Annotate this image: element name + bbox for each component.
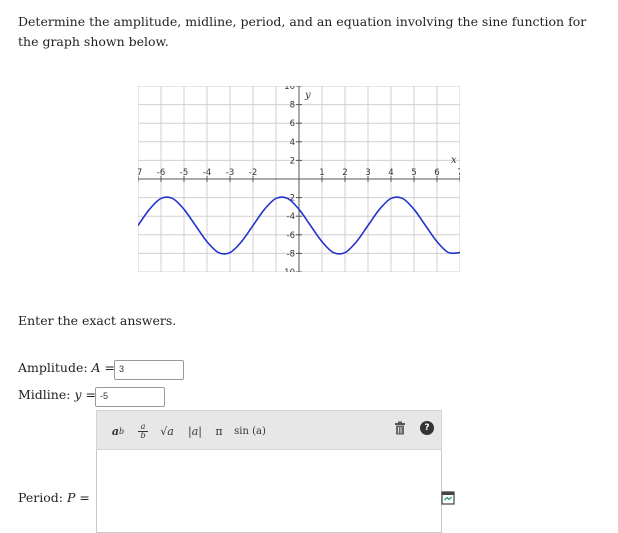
- x-tick-label: 3: [365, 168, 370, 178]
- trash-icon[interactable]: [393, 421, 407, 435]
- y-tick-label: 8: [290, 101, 295, 111]
- x-tick-label: 7: [457, 168, 460, 178]
- absolute-value-button[interactable]: |a|: [183, 420, 207, 442]
- period-editor[interactable]: [96, 450, 442, 533]
- y-axis-label: y: [304, 90, 311, 101]
- amplitude-input[interactable]: 3: [114, 360, 184, 380]
- graph-axes: [138, 86, 460, 272]
- sine-graph: -7-6-5-4-3-21234567108642-2-4-6-8-10 x y: [138, 86, 460, 272]
- y-tick-label: -4: [287, 212, 295, 222]
- x-tick-label: -7: [138, 168, 142, 178]
- preview-icon[interactable]: [441, 491, 455, 505]
- fraction-button[interactable]: a b: [133, 420, 153, 442]
- period-label: Period: P =: [18, 490, 90, 505]
- y-tick-label: -8: [287, 249, 295, 259]
- y-tick-label: -6: [287, 231, 295, 241]
- midline-label: Midline: y =: [18, 387, 96, 402]
- x-tick-label: -6: [157, 168, 165, 178]
- pi-button[interactable]: π: [211, 420, 227, 442]
- x-tick-label: 6: [434, 168, 439, 178]
- y-tick-label: 4: [290, 138, 295, 148]
- y-tick-label: 6: [290, 119, 295, 129]
- x-tick-label: -4: [203, 168, 211, 178]
- x-tick-label: 5: [411, 168, 416, 178]
- x-tick-label: 1: [319, 168, 324, 178]
- sqrt-button[interactable]: √a: [155, 420, 179, 442]
- instructions-text: Enter the exact answers.: [18, 313, 177, 328]
- amplitude-label: Amplitude: A =: [18, 360, 116, 375]
- x-tick-label: 2: [342, 168, 347, 178]
- sin-button[interactable]: sin (a): [233, 420, 267, 442]
- amplitude-row: Amplitude: A =: [18, 360, 115, 375]
- x-tick-label: 4: [388, 168, 393, 178]
- y-tick-label: 10: [284, 86, 295, 92]
- power-button[interactable]: ab: [107, 420, 129, 442]
- midline-input[interactable]: -5: [95, 387, 165, 407]
- x-axis-label: x: [451, 155, 457, 166]
- x-tick-label: -2: [249, 168, 257, 178]
- period-row: Period: P =: [18, 490, 90, 505]
- x-tick-label: -3: [226, 168, 234, 178]
- x-tick-label: -5: [180, 168, 188, 178]
- question-prompt: Determine the amplitude, midline, period…: [18, 14, 587, 49]
- help-icon[interactable]: ?: [420, 421, 434, 435]
- math-toolbar: ab a b √a |a| π sin (a): [96, 410, 442, 450]
- y-tick-label: -10: [281, 268, 295, 272]
- midline-row: Midline: y =: [18, 387, 96, 402]
- y-tick-label: 2: [290, 156, 295, 166]
